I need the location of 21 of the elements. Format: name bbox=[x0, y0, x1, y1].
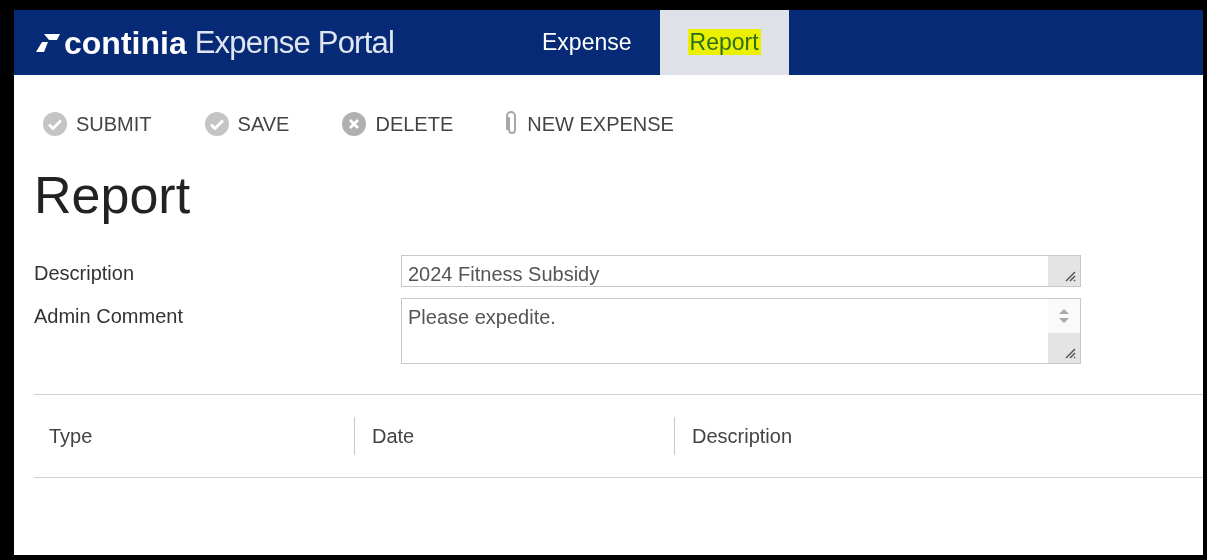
logo-icon bbox=[34, 31, 60, 54]
toolbar-button[interactable]: SAVE bbox=[203, 109, 290, 139]
column-header[interactable]: Description bbox=[692, 421, 793, 451]
checkmark-icon bbox=[203, 111, 230, 137]
toolbar-button[interactable]: SUBMIT bbox=[42, 109, 152, 139]
product-name: Expense Portal bbox=[194, 27, 395, 58]
checkmark-icon bbox=[42, 111, 68, 137]
field-label: Description bbox=[34, 261, 136, 286]
toolbar-button[interactable]: NEW EXPENSE bbox=[505, 109, 674, 139]
nav-tab[interactable]: Expense bbox=[514, 10, 660, 75]
brand-name: continia bbox=[64, 26, 187, 59]
nav-tab[interactable]: Report bbox=[659, 10, 789, 75]
toolbar-button[interactable]: DELETE bbox=[341, 109, 454, 139]
input-field[interactable]: 2024 Fitness Subsidy bbox=[401, 255, 1081, 287]
resize-handle-icon[interactable] bbox=[1064, 347, 1076, 359]
column-header[interactable]: Date bbox=[372, 421, 415, 451]
close-icon bbox=[341, 111, 368, 137]
input-field[interactable]: Please expedite. bbox=[401, 298, 1081, 364]
resize-handle-icon[interactable] bbox=[1064, 270, 1076, 282]
field-label: Admin Comment bbox=[34, 304, 184, 329]
column-header[interactable]: Type bbox=[49, 421, 93, 451]
